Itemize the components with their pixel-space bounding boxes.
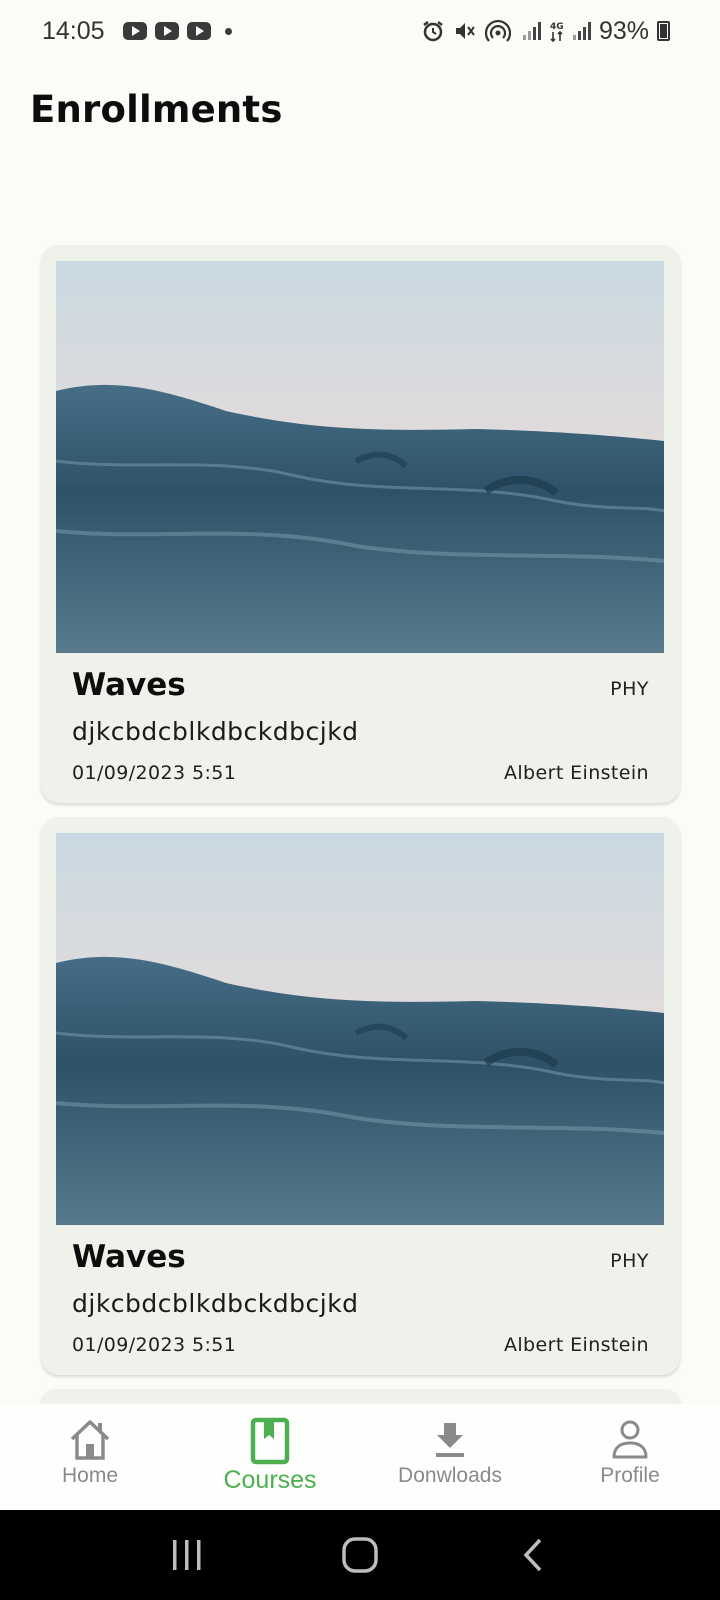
home-button[interactable] (330, 1530, 390, 1580)
card-header: Waves PHY (56, 1225, 665, 1275)
card-header: Waves PHY (56, 653, 665, 703)
course-code: PHY (610, 1250, 649, 1272)
course-title: Waves (72, 667, 186, 703)
course-date: 01/09/2023 5:51 (72, 1334, 237, 1356)
svg-text:4G: 4G (550, 22, 564, 32)
notification-dot-icon (224, 27, 232, 35)
system-navigation-bar (0, 1510, 720, 1600)
nav-item-home[interactable]: Home (10, 1404, 170, 1510)
course-thumbnail (56, 833, 664, 1225)
home-icon (67, 1416, 113, 1462)
hotspot-icon (484, 20, 511, 42)
alarm-icon (423, 21, 443, 42)
recent-apps-icon (172, 1540, 201, 1570)
page-title: Enrollments (30, 88, 283, 131)
home-circle-icon (342, 1537, 378, 1573)
course-title: Waves (72, 1239, 186, 1275)
battery-percent: 93% (598, 16, 649, 45)
book-icon (250, 1417, 290, 1465)
nav-item-profile[interactable]: Profile (550, 1404, 710, 1510)
nav-label-profile: Profile (600, 1464, 660, 1487)
download-icon (430, 1416, 470, 1462)
4g-icon: 4G (550, 22, 564, 42)
course-code: PHY (610, 678, 649, 700)
status-left: 14:05 (42, 17, 232, 46)
status-right: 4G 93% (421, 17, 670, 46)
status-bar: 14:05 4G 93% (0, 0, 720, 62)
nav-label-courses: Courses (223, 1466, 317, 1494)
status-time: 14:05 (42, 16, 105, 45)
course-description: djkcbdcblkdbckdbcjkd (72, 717, 359, 746)
course-date: 01/09/2023 5:51 (72, 762, 237, 784)
youtube-icon (186, 22, 211, 40)
card-footer: 01/09/2023 5:51 Albert Einstein (56, 746, 665, 784)
signal-icon (522, 22, 541, 40)
bottom-navigation: Home Courses Donwloads Profile (0, 1404, 720, 1510)
youtube-icon (122, 22, 147, 40)
back-button[interactable] (503, 1530, 563, 1580)
profile-icon (610, 1416, 650, 1462)
course-instructor: Albert Einstein (503, 1334, 649, 1356)
youtube-icon (154, 22, 179, 40)
course-card[interactable]: Waves PHY djkcbdcblkdbckdbcjkd 01/09/202… (41, 817, 680, 1375)
signal-icon (572, 22, 591, 40)
battery-icon (657, 21, 670, 41)
card-footer: 01/09/2023 5:51 Albert Einstein (56, 1318, 665, 1356)
nav-label-home: Home (61, 1464, 119, 1487)
back-chevron-icon (523, 1538, 542, 1572)
recent-apps-button[interactable] (157, 1530, 217, 1580)
course-instructor: Albert Einstein (503, 762, 649, 784)
mute-icon (455, 23, 475, 39)
course-list: Waves PHY djkcbdcblkdbckdbcjkd 01/09/202… (41, 245, 680, 1433)
course-card[interactable]: Waves PHY djkcbdcblkdbckdbcjkd 01/09/202… (41, 245, 680, 803)
nav-item-downloads[interactable]: Donwloads (370, 1404, 530, 1510)
nav-item-courses[interactable]: Courses (190, 1404, 350, 1510)
nav-label-downloads: Donwloads (398, 1464, 502, 1487)
course-description: djkcbdcblkdbckdbcjkd (72, 1289, 359, 1318)
course-thumbnail (56, 261, 664, 653)
